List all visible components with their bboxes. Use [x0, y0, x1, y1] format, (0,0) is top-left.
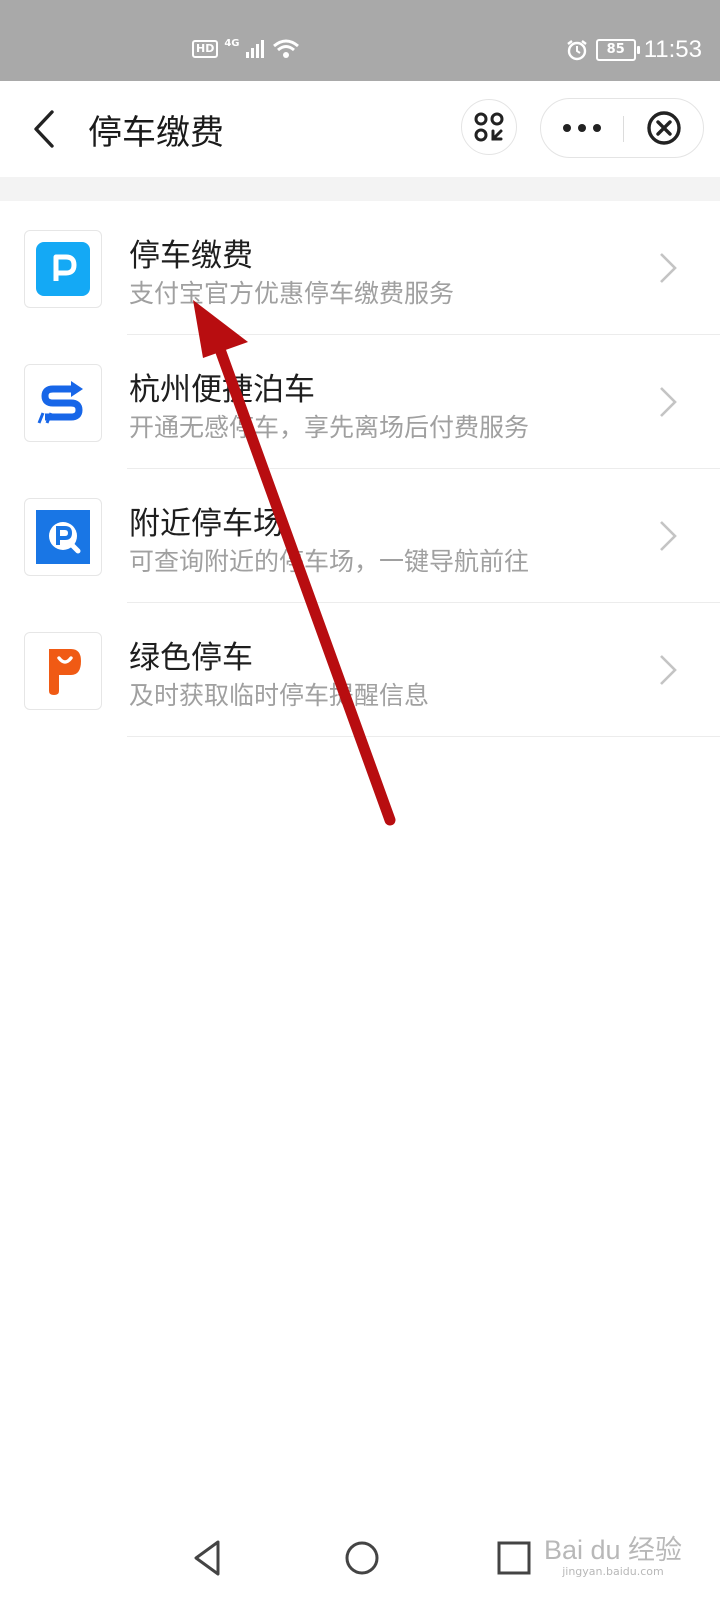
nav-back-icon[interactable]: [188, 1538, 228, 1578]
chevron-right-icon: [660, 521, 677, 551]
list-item-hangzhou-parking[interactable]: 杭州便捷泊车 开通无感停车，享先离场后付费服务: [0, 335, 720, 469]
more-dots-icon: [563, 124, 601, 132]
app-icon-frame: [24, 364, 102, 442]
chevron-right-icon: [660, 655, 677, 685]
status-right-icons: 85 11:53: [566, 36, 702, 64]
network-type: 4G: [224, 38, 240, 49]
section-gap: [0, 177, 720, 201]
item-title: 绿色停车: [129, 640, 253, 676]
item-description: 可查询附近的停车场，一键导航前往: [129, 547, 530, 576]
nav-recent-icon[interactable]: [494, 1538, 534, 1578]
wifi-icon: [272, 39, 299, 58]
app-icon-frame: [24, 498, 102, 576]
row-divider: [127, 736, 720, 737]
item-title: 杭州便捷泊车: [129, 372, 315, 408]
battery-indicator: 85: [595, 39, 640, 61]
mini-program-capsule: [540, 98, 704, 158]
back-button[interactable]: [26, 106, 66, 152]
nav-home-icon[interactable]: [342, 1538, 382, 1578]
watermark-url: jingyan.baidu.com: [562, 1565, 664, 1578]
parking-search-icon: [36, 510, 90, 564]
system-nav-bar: Bai du 经验 jingyan.baidu.com: [0, 1518, 720, 1600]
close-circle-icon: [647, 111, 681, 145]
item-description: 支付宝官方优惠停车缴费服务: [129, 279, 455, 308]
list-item-green-parking[interactable]: 绿色停车 及时获取临时停车提醒信息: [0, 603, 720, 737]
scan-icon: [474, 112, 504, 142]
page-title: 停车缴费: [88, 113, 224, 153]
item-title: 附近停车场: [129, 506, 284, 542]
item-title: 停车缴费: [129, 238, 253, 274]
item-description: 及时获取临时停车提醒信息: [129, 681, 430, 710]
list-item-parking-payment[interactable]: 停车缴费 支付宝官方优惠停车缴费服务: [0, 201, 720, 335]
status-left-icons: HD 4G: [192, 38, 300, 59]
clock: 11:53: [643, 36, 702, 63]
signal-icon: [245, 39, 264, 58]
s-arrow-icon: [37, 381, 83, 424]
back-arrow-icon: [34, 110, 54, 148]
app-icon-frame: [24, 230, 102, 308]
title-bar: 停车缴费: [0, 81, 720, 177]
parking-p-icon: [36, 242, 90, 296]
chevron-right-icon: [660, 387, 677, 417]
status-bar: HD 4G 85 11:53: [0, 0, 720, 81]
watermark-brand: Bai du 经验: [543, 1535, 682, 1565]
smile-p-icon: [49, 649, 81, 695]
service-list: 停车缴费 支付宝官方优惠停车缴费服务 杭州便捷泊车 开通无感停车，享先离场后付费…: [0, 201, 720, 737]
list-item-nearby-parking[interactable]: 附近停车场 可查询附近的停车场，一键导航前往: [0, 469, 720, 603]
hd-badge: HD: [192, 39, 219, 58]
item-description: 开通无感停车，享先离场后付费服务: [129, 413, 530, 442]
app-icon-frame: [24, 632, 102, 710]
alarm-icon: [566, 40, 587, 61]
baidu-jingyan-watermark: Bai du 经验 jingyan.baidu.com: [544, 1528, 682, 1578]
chevron-right-icon: [660, 253, 677, 283]
close-button[interactable]: [624, 99, 704, 157]
scan-button[interactable]: [461, 99, 517, 155]
more-button[interactable]: [541, 99, 623, 157]
